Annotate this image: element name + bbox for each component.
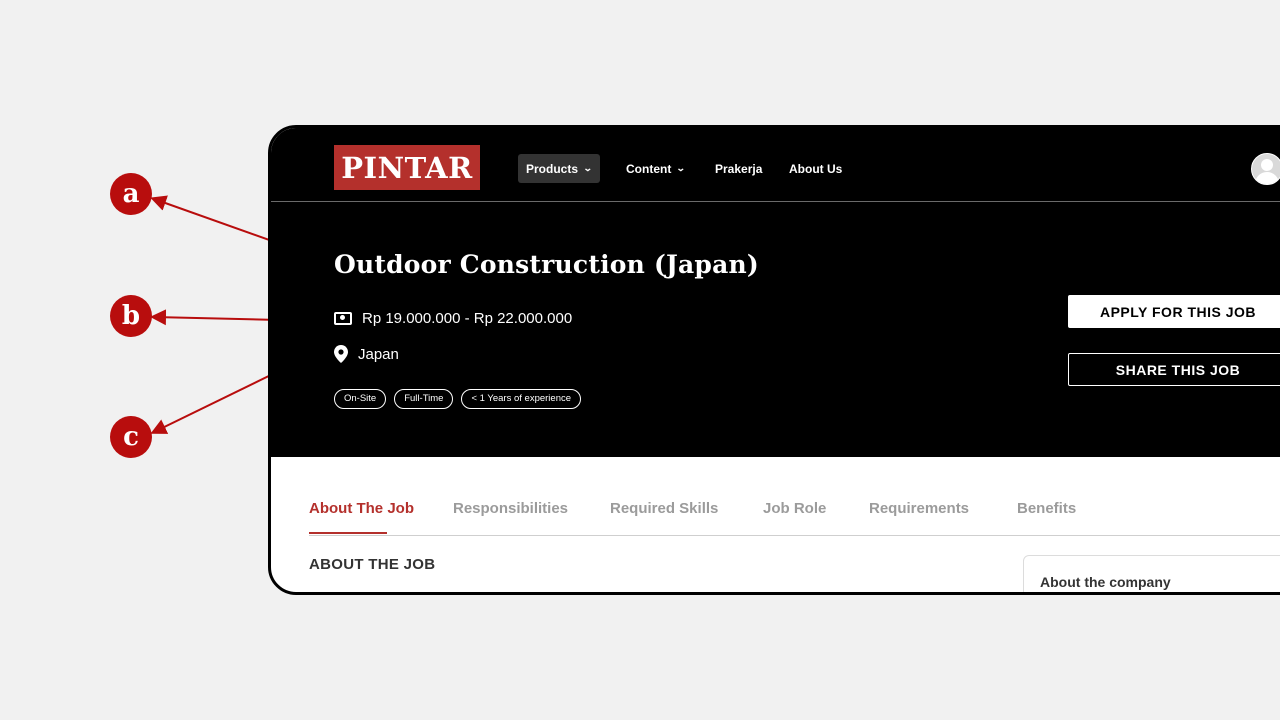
nav-prakerja[interactable]: Prakerja [715, 154, 762, 183]
job-detail-screen: PINTAR Products ⌄ Content ⌄ Prakerja Abo… [271, 128, 1280, 592]
money-icon [334, 312, 352, 325]
job-header: Outdoor Construction (Japan) Rp 19.000.0… [271, 202, 1280, 457]
device-frame: PINTAR Products ⌄ Content ⌄ Prakerja Abo… [268, 125, 1280, 595]
nav-products-label: Products [526, 161, 579, 176]
job-title: Outdoor Construction (Japan) [334, 250, 759, 279]
tab-responsibilities[interactable]: Responsibilities [453, 500, 568, 517]
pintar-logo[interactable]: PINTAR [334, 145, 480, 190]
tab-required-skills[interactable]: Required Skills [610, 500, 718, 517]
nav-content-label: Content [626, 161, 672, 176]
tab-about-the-job[interactable]: About The Job [309, 500, 414, 517]
chevron-down-icon: ⌄ [582, 163, 593, 173]
user-avatar-icon[interactable] [1251, 153, 1280, 185]
job-tags: On-Site Full-Time < 1 Years of experienc… [334, 389, 582, 409]
about-company-card: About the company [1023, 555, 1280, 592]
annotation-marker-c: c [110, 416, 152, 458]
tab-benefits[interactable]: Benefits [1017, 500, 1076, 517]
annotation-marker-a: a [110, 173, 152, 215]
location-row: Japan [334, 345, 399, 363]
avatar-head-shape [1261, 159, 1273, 171]
tag-employment-type: Full-Time [394, 389, 454, 409]
tab-requirements[interactable]: Requirements [869, 500, 969, 517]
nav-content[interactable]: Content ⌄ [626, 154, 687, 183]
tabs-divider [309, 535, 1280, 536]
salary-range: Rp 19.000.000 - Rp 22.000.000 [362, 310, 573, 327]
apply-for-job-button[interactable]: APPLY FOR THIS JOB [1068, 295, 1280, 328]
avatar-body-shape [1255, 172, 1279, 184]
tag-experience: < 1 Years of experience [461, 389, 582, 409]
location-pin-icon [334, 345, 348, 363]
nav-products[interactable]: Products ⌄ [518, 154, 600, 183]
about-company-heading: About the company [1040, 574, 1171, 590]
top-navigation-bar: PINTAR Products ⌄ Content ⌄ Prakerja Abo… [271, 128, 1280, 202]
about-the-job-heading: ABOUT THE JOB [309, 556, 436, 573]
job-detail-tabs: About The Job Responsibilities Required … [271, 457, 1280, 537]
tab-job-role[interactable]: Job Role [763, 500, 826, 517]
job-location: Japan [358, 345, 399, 363]
annotation-marker-b: b [110, 295, 152, 337]
salary-row: Rp 19.000.000 - Rp 22.000.000 [334, 310, 572, 327]
nav-about-us[interactable]: About Us [789, 154, 842, 183]
share-job-button[interactable]: SHARE THIS JOB [1068, 353, 1280, 386]
active-tab-indicator [309, 532, 387, 534]
tag-work-type: On-Site [334, 389, 387, 409]
chevron-down-icon: ⌄ [676, 163, 687, 173]
